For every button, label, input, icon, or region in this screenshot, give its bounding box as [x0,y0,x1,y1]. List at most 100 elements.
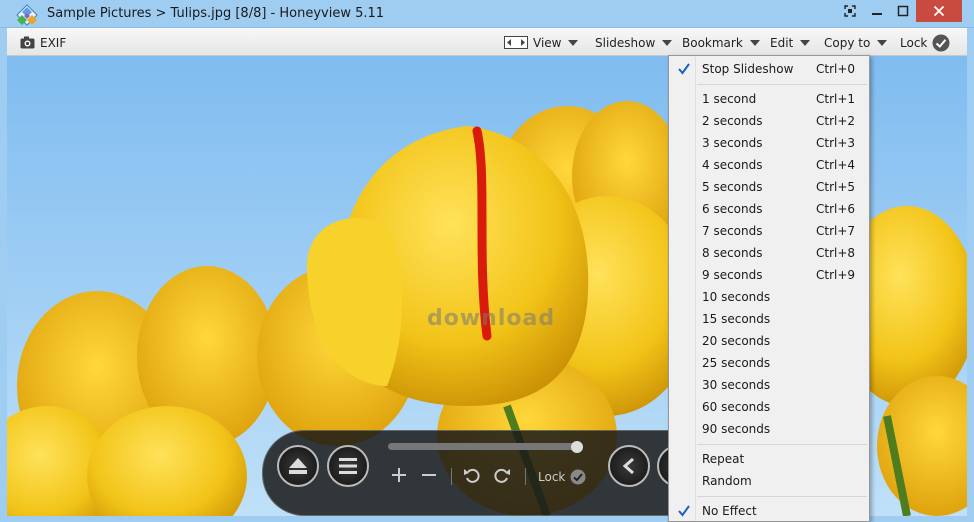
menu-item-label: 5 seconds [702,180,763,194]
menu-item-random[interactable]: Random [669,470,869,492]
menu-separator [697,444,867,445]
progress-slider-knob[interactable] [571,441,584,453]
menu-item-shortcut: Ctrl+1 [816,92,856,106]
window-title: Sample Pictures > Tulips.jpg [8/8] - Hon… [47,6,385,21]
menu-item-label: 9 seconds [702,268,763,282]
menu-item-shortcut: Ctrl+4 [816,158,856,172]
watermark: download [427,306,556,331]
menu-item-shortcut: Ctrl+7 [816,224,856,238]
menu-item-label: 4 seconds [702,158,763,172]
chevron-down-icon [877,39,888,46]
menu-item-label: 15 seconds [702,312,771,326]
lock-button[interactable]: Lock [900,29,950,56]
zoom-in-icon [392,468,406,482]
camera-icon [20,36,35,49]
menu-item-label: Repeat [702,452,745,466]
checkmark-icon [932,34,950,51]
eject-button[interactable] [277,445,319,487]
chevron-down-icon [749,39,760,46]
edit-label: Edit [770,35,794,50]
menu-item-interval[interactable]: 2 seconds Ctrl+2 [669,110,869,132]
bookmark-menu[interactable]: Bookmark [682,29,760,56]
menu-item-label: 90 seconds [702,422,771,436]
previous-button[interactable] [608,445,650,487]
menu-item-interval[interactable]: 3 seconds Ctrl+3 [669,132,869,154]
edit-menu[interactable]: Edit [770,29,811,56]
menu-item-label: 10 seconds [702,290,771,304]
menu-separator [697,496,867,497]
window-frame-right [967,28,974,522]
menu-item-label: 2 seconds [702,114,763,128]
app-icon [16,4,38,26]
menu-item-interval[interactable]: 25 seconds [669,352,869,374]
checkmark-icon [675,502,693,520]
menu-item-shortcut: Ctrl+8 [816,246,856,260]
menu-icon [339,458,357,474]
menu-item-interval[interactable]: 90 seconds [669,418,869,440]
menu-item-label: Random [702,474,752,488]
zoom-out-button[interactable] [421,467,437,488]
menu-item-interval[interactable]: 10 seconds [669,286,869,308]
fullscreen-icon [844,5,856,17]
minimize-button[interactable] [864,0,890,22]
slideshow-dropdown-menu: Stop Slideshow Ctrl+0 1 second Ctrl+1 2 … [668,55,870,522]
menu-item-shortcut: Ctrl+2 [816,114,856,128]
zoom-in-button[interactable] [391,467,407,488]
menu-item-no-effect[interactable]: No Effect [669,500,869,522]
playback-control-bar: Lock [262,430,682,516]
menu-item-interval[interactable]: 8 seconds Ctrl+8 [669,242,869,264]
divider [525,468,526,485]
bookmark-label: Bookmark [682,35,743,50]
menu-item-label: 6 seconds [702,202,763,216]
maximize-button[interactable] [890,0,916,22]
menu-item-interval[interactable]: 1 second Ctrl+1 [669,88,869,110]
menu-item-label: 30 seconds [702,378,771,392]
previous-icon [622,457,634,475]
divider [451,468,452,485]
menu-item-shortcut: Ctrl+3 [816,136,856,150]
menu-item-label: 20 seconds [702,334,771,348]
chevron-down-icon [662,39,673,46]
menu-item-interval[interactable]: 4 seconds Ctrl+4 [669,154,869,176]
close-button[interactable] [916,0,962,22]
exif-button[interactable]: EXIF [20,29,66,56]
menu-item-label: 60 seconds [702,400,771,414]
title-bar: Sample Pictures > Tulips.jpg [8/8] - Hon… [0,0,974,28]
copy-to-menu[interactable]: Copy to [824,29,888,56]
lock-label: Lock [900,35,928,50]
progress-slider[interactable] [388,443,583,450]
slideshow-menu[interactable]: Slideshow [595,29,673,56]
rotate-left-icon [464,468,480,483]
menu-item-interval[interactable]: 60 seconds [669,396,869,418]
rotate-left-button[interactable] [463,467,481,488]
menu-item-interval[interactable]: 9 seconds Ctrl+9 [669,264,869,286]
menu-item-stop-slideshow[interactable]: Stop Slideshow Ctrl+0 [669,58,869,80]
minimize-icon [872,13,882,15]
menu-item-shortcut: Ctrl+6 [816,202,856,216]
close-icon [933,5,945,17]
checkmark-icon [570,469,586,485]
menu-item-label: 25 seconds [702,356,771,370]
menu-item-repeat[interactable]: Repeat [669,448,869,470]
view-menu[interactable]: View [504,29,579,56]
control-lock-toggle[interactable]: Lock [538,469,586,485]
view-label: View [533,35,562,50]
chevron-down-icon [800,39,811,46]
menu-item-interval[interactable]: 15 seconds [669,308,869,330]
menu-item-interval[interactable]: 5 seconds Ctrl+5 [669,176,869,198]
menu-item-label: 3 seconds [702,136,763,150]
menu-separator [697,84,867,85]
menu-button[interactable] [327,445,369,487]
toolbar: EXIF View Slideshow Bookmark Edit Copy t… [7,29,967,56]
exif-label: EXIF [40,35,67,50]
eject-icon [289,458,307,474]
menu-item-interval[interactable]: 30 seconds [669,374,869,396]
menu-item-interval[interactable]: 6 seconds Ctrl+6 [669,198,869,220]
zoom-out-icon [422,474,436,476]
menu-item-label: 1 second [702,92,757,106]
rotate-right-button[interactable] [493,467,511,488]
menu-item-interval[interactable]: 7 seconds Ctrl+7 [669,220,869,242]
menu-item-interval[interactable]: 20 seconds [669,330,869,352]
fullscreen-button[interactable] [838,0,862,22]
control-lock-label: Lock [538,470,566,484]
